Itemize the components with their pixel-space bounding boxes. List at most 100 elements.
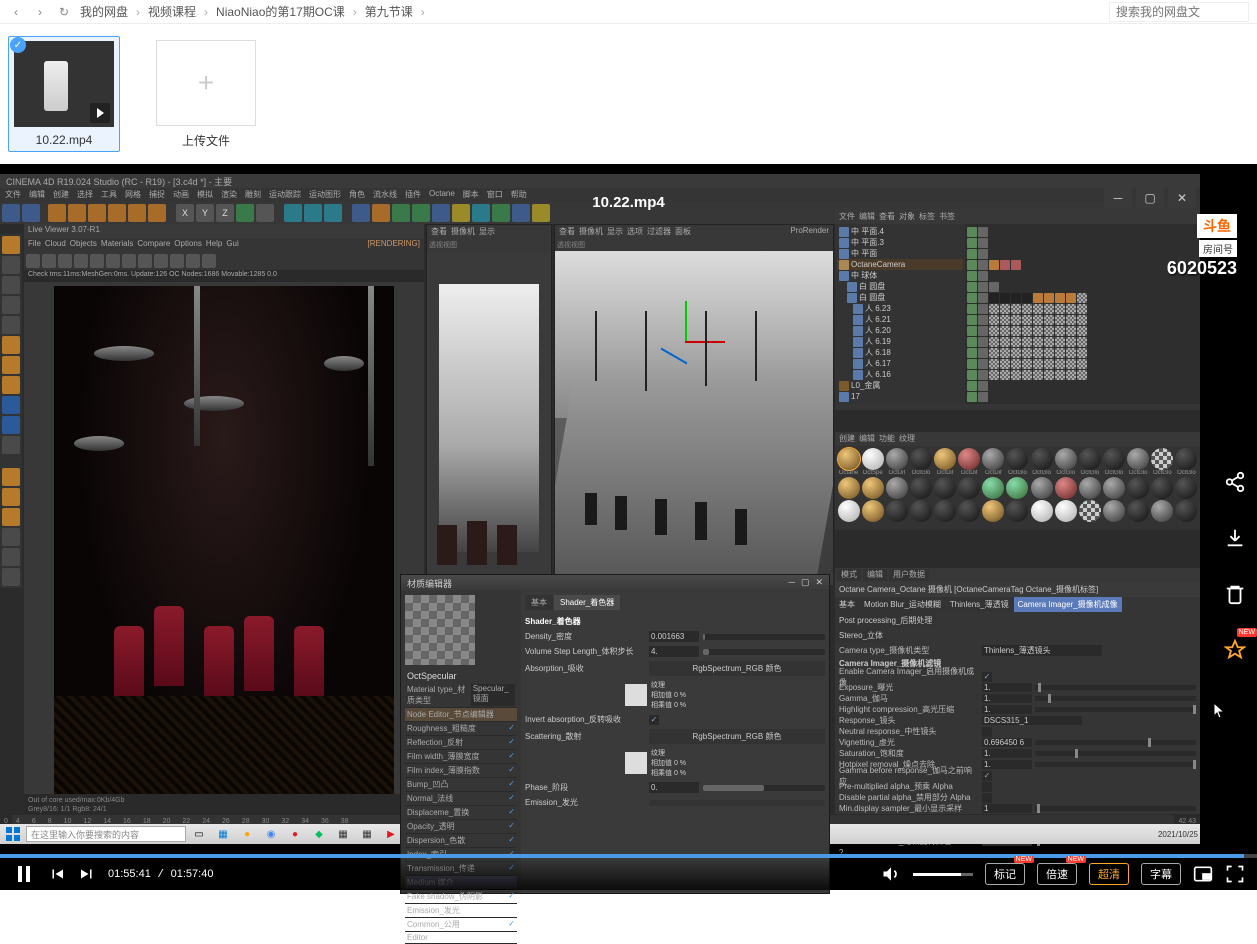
phase-slider[interactable]: [703, 785, 825, 791]
mb-tab[interactable]: 纹理: [899, 433, 915, 445]
redo-icon[interactable]: [22, 204, 40, 222]
primitive-icon[interactable]: [452, 204, 470, 222]
mode-icon[interactable]: [2, 236, 20, 254]
share-icon[interactable]: [1217, 464, 1253, 500]
mode-icon[interactable]: [2, 356, 20, 374]
volume-icon[interactable]: [881, 864, 901, 884]
saturation-input[interactable]: 1.: [982, 749, 1032, 758]
taskbar-app-icon[interactable]: ●: [236, 825, 258, 843]
render-icon[interactable]: [284, 204, 302, 222]
object-tags[interactable]: [965, 224, 1200, 404]
crumb-3[interactable]: 第九节课: [365, 3, 413, 20]
lv-tool-icon[interactable]: [90, 254, 104, 268]
viewport-right[interactable]: 查看 摄像机 显示 选项 过滤器 面板 ProRender 透视视图: [554, 224, 834, 574]
primitive-icon[interactable]: [372, 204, 390, 222]
min-sampler-input[interactable]: 1: [982, 804, 1032, 813]
dialog-maximize[interactable]: ▢: [801, 577, 810, 589]
attr-tab[interactable]: Stereo_立体: [835, 628, 887, 643]
density-slider[interactable]: [703, 634, 825, 640]
tool-icon[interactable]: [148, 204, 166, 222]
window-minimize[interactable]: ─: [1104, 188, 1132, 208]
tool-icon[interactable]: [108, 204, 126, 222]
taskbar-app-icon[interactable]: ▦: [212, 825, 234, 843]
primitive-icon[interactable]: [412, 204, 430, 222]
vp-menu[interactable]: 查看: [559, 226, 575, 238]
menu-item[interactable]: 捕捉: [146, 189, 168, 201]
play-pause-button[interactable]: [12, 862, 36, 886]
primitive-icon[interactable]: [392, 204, 410, 222]
lv-tool-icon[interactable]: [106, 254, 120, 268]
task-view-icon[interactable]: ▭: [188, 825, 210, 843]
hotpixel-slider[interactable]: [1035, 762, 1196, 767]
response-dropdown[interactable]: DSCS315_1: [982, 716, 1082, 725]
invert-checkbox[interactable]: ✓: [649, 715, 659, 725]
taskbar-app-icon[interactable]: ▦: [332, 825, 354, 843]
lv-menu[interactable]: Objects: [70, 239, 97, 251]
menu-item[interactable]: 渲染: [218, 189, 240, 201]
lv-tool-icon[interactable]: [122, 254, 136, 268]
hotpixel-input[interactable]: 1.: [982, 760, 1032, 769]
mode-icon[interactable]: [2, 276, 20, 294]
lv-tool-icon[interactable]: [74, 254, 88, 268]
gamma-slider[interactable]: [1035, 696, 1196, 701]
lv-menu[interactable]: Options: [174, 239, 202, 251]
menu-item[interactable]: 雕刻: [242, 189, 264, 201]
exposure-slider[interactable]: [1035, 685, 1196, 690]
mode-icon[interactable]: [2, 528, 20, 546]
attr-header-tab[interactable]: 用户数据: [889, 569, 929, 581]
attr-tab[interactable]: Motion Blur_运动模糊: [860, 597, 945, 612]
menu-item[interactable]: Octane: [426, 189, 458, 201]
speed-button[interactable]: 倍速NEW: [1037, 863, 1077, 885]
attr-header-tab[interactable]: 编辑: [863, 569, 887, 581]
phase-input[interactable]: 0.: [649, 782, 699, 793]
vignetting-slider[interactable]: [1035, 740, 1196, 745]
lv-tool-icon[interactable]: [202, 254, 216, 268]
attr-tab[interactable]: 基本: [835, 597, 859, 612]
download-icon[interactable]: [1217, 520, 1253, 556]
tool-icon[interactable]: [68, 204, 86, 222]
viewport-left[interactable]: 查看 摄像机 显示 透视视图: [426, 224, 552, 574]
tool-icon[interactable]: [236, 204, 254, 222]
quality-button[interactable]: 超清: [1089, 863, 1129, 885]
window-close[interactable]: ✕: [1168, 188, 1196, 208]
window-maximize[interactable]: ▢: [1136, 188, 1164, 208]
render-icon[interactable]: [324, 204, 342, 222]
gamma-input[interactable]: 1.: [982, 694, 1032, 703]
lv-tool-icon[interactable]: [186, 254, 200, 268]
volstep-input[interactable]: 4.: [649, 646, 699, 657]
mode-icon[interactable]: [2, 256, 20, 274]
file-video[interactable]: ✓ 10.22.mp4: [8, 36, 120, 152]
mode-icon[interactable]: [2, 396, 20, 414]
lv-tool-icon[interactable]: [154, 254, 168, 268]
prorender-label[interactable]: ProRender: [790, 226, 829, 238]
x-axis-icon[interactable]: X: [176, 204, 194, 222]
mode-icon[interactable]: [2, 568, 20, 586]
enable-imager-checkbox[interactable]: ✓: [982, 672, 992, 682]
menu-item[interactable]: 动画: [170, 189, 192, 201]
mb-tab[interactable]: 编辑: [859, 433, 875, 445]
menu-item[interactable]: 窗口: [484, 189, 506, 201]
pin-icon[interactable]: NEW: [1217, 632, 1253, 668]
taskbar-app-icon[interactable]: ◉: [260, 825, 282, 843]
lv-menu[interactable]: Gui: [226, 239, 238, 251]
om-menu[interactable]: 书签: [939, 211, 955, 223]
vignetting-input[interactable]: 0.696450 6: [982, 738, 1032, 747]
attr-tab[interactable]: Post processing_后期处理: [835, 613, 936, 628]
mode-icon[interactable]: [2, 336, 20, 354]
absorption-swatch[interactable]: [625, 684, 647, 706]
vp-menu[interactable]: 查看: [431, 226, 447, 238]
attr-tab-active[interactable]: Camera Imager_摄像机成像: [1014, 597, 1122, 612]
scattering-button[interactable]: RgbSpectrum_RGB 颜色: [649, 729, 825, 744]
nav-reload[interactable]: ↻: [56, 4, 72, 20]
taskbar-app-icon[interactable]: ▦: [356, 825, 378, 843]
menu-item[interactable]: 选择: [74, 189, 96, 201]
undo-icon[interactable]: [2, 204, 20, 222]
vp-menu[interactable]: 摄像机: [451, 226, 475, 238]
menu-item[interactable]: 编辑: [26, 189, 48, 201]
vp-menu[interactable]: 选项: [627, 226, 643, 238]
shader-tab-active[interactable]: Shader_着色器: [554, 595, 620, 610]
saturation-slider[interactable]: [1035, 751, 1196, 756]
mode-icon[interactable]: [2, 488, 20, 506]
taskbar-clock[interactable]: 2021/10/25: [1158, 830, 1198, 839]
primitive-icon[interactable]: [472, 204, 490, 222]
